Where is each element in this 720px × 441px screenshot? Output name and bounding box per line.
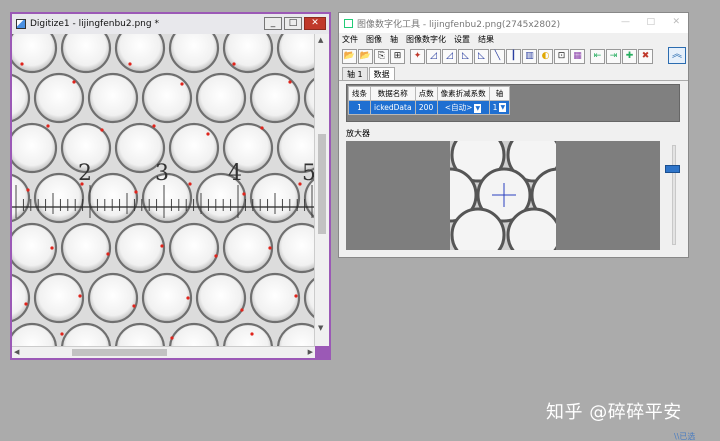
col-header-line: 线条 [348, 86, 371, 101]
ruler-number: 3 [155, 161, 169, 186]
maximize-button[interactable]: □ [646, 17, 655, 27]
zoom-slider-track[interactable] [672, 145, 676, 245]
close-button[interactable]: ✕ [304, 17, 326, 30]
corner-text: \\已选 [674, 432, 696, 441]
delete-icon[interactable]: ✖ [638, 48, 653, 64]
cell-line[interactable]: 1 [348, 100, 371, 115]
menu-bar: 文件 图像 轴 图像数字化 设置 结果 [339, 33, 688, 46]
app-icon [344, 18, 353, 28]
digitizer-tool-window: 图像数字化工具 - lijingfenbu2.png(2745x2802) — … [338, 12, 689, 258]
bubble-image: 2 3 4 5 [12, 34, 315, 346]
tab-axis-1[interactable]: 轴 1 [342, 67, 368, 80]
magnifier-image [450, 141, 556, 250]
reduction-value: <自动> [444, 103, 473, 112]
scroll-right-icon[interactable]: ▶ [308, 348, 313, 356]
menu-axis[interactable]: 轴 [390, 33, 398, 46]
add-icon[interactable]: ✚ [622, 48, 637, 64]
open-icon[interactable]: 📂 [342, 48, 357, 64]
digitize-titlebar[interactable]: Digitize1 - lijingfenbu2.png * _ □ ✕ [12, 14, 329, 34]
bar-icon[interactable]: ╲ [490, 48, 505, 64]
horizontal-scroll-thumb[interactable] [72, 349, 167, 356]
cell-reduction[interactable]: <自动> ▼ [436, 100, 490, 115]
axis-icon[interactable]: ◿ [426, 48, 441, 64]
line-icon[interactable]: ◺ [458, 48, 473, 64]
col-header-name: 数据名称 [370, 86, 416, 101]
magnifier-label: 放大器 [346, 129, 370, 138]
menu-settings[interactable]: 设置 [454, 33, 470, 46]
col-header-points: 点数 [414, 86, 438, 101]
table-row[interactable]: 1 ickedData 200 <自动> ▼ 1 ▼ [348, 100, 511, 115]
digitize-window: Digitize1 - lijingfenbu2.png * _ □ ✕ 2 3… [10, 12, 331, 360]
scroll-down-icon[interactable]: ▼ [318, 324, 323, 332]
bubble-grid [12, 34, 315, 346]
point-icon[interactable]: ✦ [410, 48, 425, 64]
axis-value: 1 [492, 102, 498, 112]
ruler-number: 4 [228, 161, 242, 186]
copy-icon[interactable]: ⎘ [374, 48, 389, 64]
image-canvas[interactable]: 2 3 4 5 [12, 34, 315, 346]
menu-digitize[interactable]: 图像数字化 [406, 33, 446, 46]
col-header-reduction: 像素折减系数 [436, 86, 490, 101]
watermark: 知乎 @碎碎平安 [546, 402, 682, 423]
vertical-scrollbar[interactable]: ▲ ▼ [314, 34, 329, 346]
digitize-window-title: Digitize1 - lijingfenbu2.png * [30, 19, 159, 29]
ruler-number: 2 [78, 161, 92, 186]
minimize-button[interactable]: _ [264, 17, 282, 30]
open-folder-icon[interactable]: 📂 [358, 48, 373, 64]
image-icon [16, 19, 26, 29]
collapse-button[interactable]: ︽ [668, 47, 686, 64]
data-grid: 线条 数据名称 点数 像素折减系数 轴 1 ickedData 200 <自动>… [346, 84, 680, 122]
chevron-down-icon[interactable]: ▼ [499, 103, 507, 113]
bars-icon[interactable]: ▥ [522, 48, 537, 64]
slope-icon[interactable]: ◿ [442, 48, 457, 64]
menu-image[interactable]: 图像 [366, 33, 382, 46]
color-icon[interactable]: ◐ [538, 48, 553, 64]
bar-icon-2[interactable]: ┃ [506, 48, 521, 64]
line-icon-2[interactable]: ◺ [474, 48, 489, 64]
magnifier-panel [346, 141, 660, 250]
go-forward-icon[interactable]: ⇥ [606, 48, 621, 64]
zoom-slider-thumb[interactable] [665, 165, 680, 173]
go-back-icon[interactable]: ⇤ [590, 48, 605, 64]
horizontal-scrollbar[interactable]: ◀ ▶ [12, 346, 315, 358]
scroll-up-icon[interactable]: ▲ [318, 36, 323, 44]
tool-window-title: 图像数字化工具 - lijingfenbu2.png(2745x2802) [357, 19, 561, 30]
cell-axis[interactable]: 1 ▼ [488, 100, 511, 115]
col-header-axis: 轴 [488, 86, 511, 101]
chevron-down-icon[interactable]: ▼ [474, 103, 482, 113]
toolbar: 📂 📂 ⎘ ⊞ ✦ ◿ ◿ ◺ ◺ ╲ ┃ ▥ ◐ ⊡ ▦ ⇤ ⇥ ✚ ✖ ︽ [339, 46, 688, 66]
vertical-scroll-thumb[interactable] [318, 134, 326, 234]
menu-results[interactable]: 结果 [478, 33, 494, 46]
grid-icon[interactable]: ▦ [570, 48, 585, 64]
cell-name[interactable]: ickedData [370, 100, 416, 115]
export-icon[interactable]: ⊡ [554, 48, 569, 64]
crop-icon[interactable]: ⊞ [390, 48, 405, 64]
maximize-button[interactable]: □ [284, 17, 302, 30]
tab-strip: 轴 1 数据 [339, 67, 688, 81]
tab-data[interactable]: 数据 [368, 67, 395, 80]
scroll-left-icon[interactable]: ◀ [14, 348, 19, 356]
cell-points[interactable]: 200 [414, 100, 438, 115]
close-button[interactable]: ✕ [672, 17, 680, 27]
menu-file[interactable]: 文件 [342, 33, 358, 46]
minimize-button[interactable]: — [621, 17, 630, 27]
tool-titlebar[interactable]: 图像数字化工具 - lijingfenbu2.png(2745x2802) — … [339, 13, 688, 33]
